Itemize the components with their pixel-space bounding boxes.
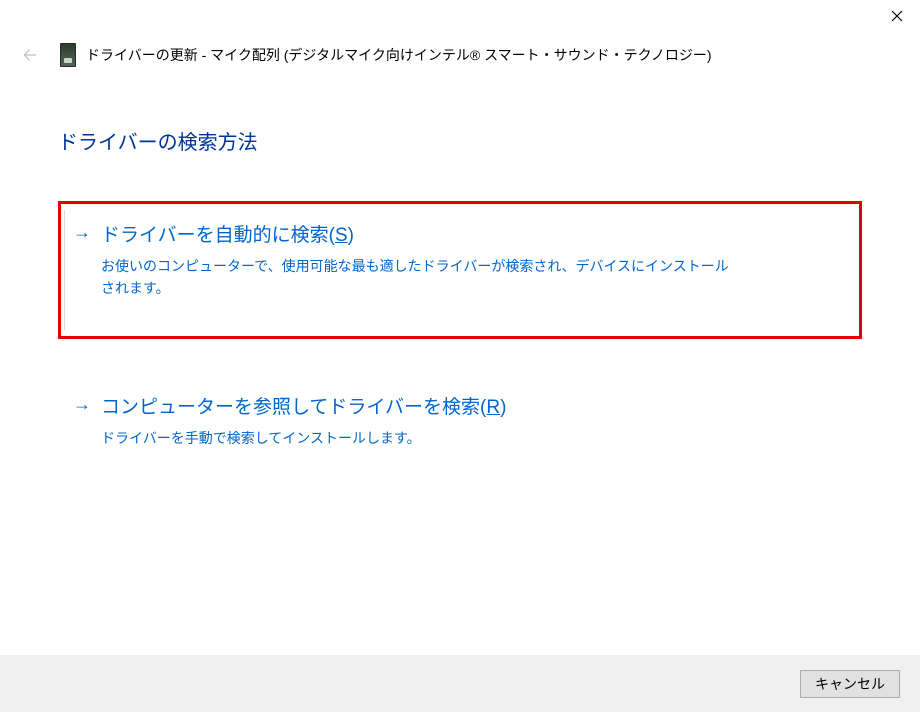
back-button <box>14 41 42 69</box>
header-row: ドライバーの更新 - マイク配列 (デジタルマイク向けインテル® スマート・サウ… <box>0 40 920 70</box>
footer: キャンセル <box>0 655 920 712</box>
option-auto-search-title: ドライバーを自動的に検索(S) <box>101 220 354 247</box>
close-button[interactable] <box>874 0 920 32</box>
section-heading: ドライバーの検索方法 <box>58 126 862 155</box>
content-area: ドライバーの検索方法 → ドライバーを自動的に検索(S) お使いのコンピューター… <box>0 126 920 472</box>
option-browse-computer[interactable]: → コンピューターを参照してドライバーを検索(R) ドライバーを手動で検索してイ… <box>58 373 862 472</box>
window-title: ドライバーの更新 - マイク配列 (デジタルマイク向けインテル® スマート・サウ… <box>86 45 711 65</box>
back-arrow-icon <box>19 46 37 64</box>
arrow-right-icon: → <box>73 222 91 243</box>
device-icon <box>60 43 76 67</box>
option-browse-computer-desc: ドライバーを手動で検索してインストールします。 <box>101 427 741 449</box>
option-auto-search[interactable]: → ドライバーを自動的に検索(S) お使いのコンピューターで、使用可能な最も適し… <box>58 201 862 339</box>
arrow-right-icon: → <box>73 394 91 415</box>
option-browse-computer-title: コンピューターを参照してドライバーを検索(R) <box>101 392 506 419</box>
titlebar <box>0 0 920 44</box>
options-list: → ドライバーを自動的に検索(S) お使いのコンピューターで、使用可能な最も適し… <box>58 201 862 472</box>
option-auto-search-desc: お使いのコンピューターで、使用可能な最も適したドライバーが検索され、デバイスにイ… <box>101 255 741 300</box>
cancel-button[interactable]: キャンセル <box>800 670 900 698</box>
close-icon <box>891 10 903 22</box>
